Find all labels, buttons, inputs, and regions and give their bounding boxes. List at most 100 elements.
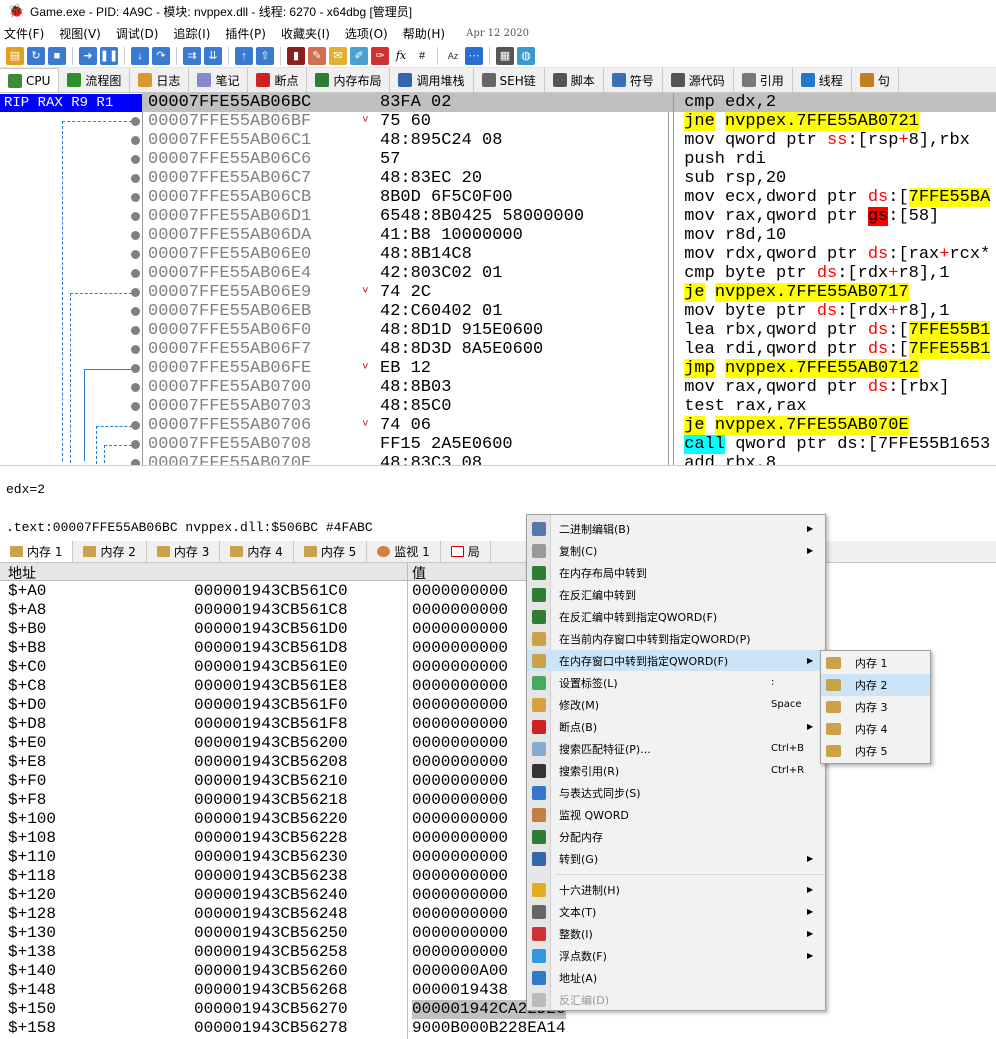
dump-row[interactable]: $+118 000001943CB56238 0000000000	[0, 867, 600, 886]
stop-icon[interactable]: ■	[48, 46, 66, 65]
context-item-3[interactable]: 在反汇编中转到	[527, 584, 825, 605]
restart-icon[interactable]: ↻	[27, 46, 45, 65]
context-item-11[interactable]: 搜索引用(R) Ctrl+R	[527, 760, 825, 781]
context-item-15[interactable]: 转到(G) ▶	[527, 848, 825, 869]
dump-row[interactable]: $+E0 000001943CB56200 0000000000	[0, 734, 600, 753]
comment-icon[interactable]: ✉	[329, 46, 347, 65]
analyze-icon[interactable]: ⋯	[465, 46, 483, 65]
context-item-18[interactable]: 整数(I) ▶	[527, 923, 825, 944]
dump-row[interactable]: $+128 000001943CB56248 0000000000	[0, 905, 600, 924]
context-item-20[interactable]: 地址(A)	[527, 967, 825, 988]
trace-over-icon[interactable]: ⇊	[204, 46, 222, 65]
step-into-icon[interactable]: ↓	[131, 46, 149, 65]
dump-row[interactable]: $+130 000001943CB56250 0000000000	[0, 924, 600, 943]
menu-item-1[interactable]: 视图(V)	[59, 25, 101, 42]
dump-row[interactable]: $+D0 000001943CB561F0 0000000000	[0, 696, 600, 715]
context-item-2[interactable]: 在内存布局中转到	[527, 562, 825, 583]
disasm-row[interactable]: 00007FFE55AB06F0 48:8D1D 915E0600 lea rbx…	[142, 321, 996, 340]
dump-row[interactable]: $+110 000001943CB56230 0000000000	[0, 848, 600, 867]
disasm-row[interactable]: 00007FFE55AB06E4 42:803C02 01 cmp byte pt…	[142, 264, 996, 283]
tab-3[interactable]: 笔记	[189, 68, 249, 92]
scylla-icon[interactable]: ▮	[287, 46, 305, 65]
tab-10[interactable]: 源代码	[663, 68, 734, 92]
context-item-8[interactable]: 修改(M) Space	[527, 694, 825, 715]
breakpoint-dot-icon[interactable]	[131, 364, 140, 373]
memory-tab-5[interactable]: 监视 1	[367, 541, 441, 562]
breakpoint-dot-icon[interactable]	[131, 155, 140, 164]
breakpoint-dot-icon[interactable]	[131, 402, 140, 411]
breakpoint-dot-icon[interactable]	[131, 136, 140, 145]
tab-1[interactable]: 流程图	[59, 68, 131, 92]
trace-into-icon[interactable]: ⇉	[183, 46, 201, 65]
dump-row[interactable]: $+100 000001943CB56220 0000000000	[0, 810, 600, 829]
memory-dump[interactable]: 地址 值 $+A0 000001943CB561C0 0000000000 $+A8 0…	[0, 563, 600, 1039]
context-item-13[interactable]: 监视 QWORD	[527, 804, 825, 825]
disasm-row[interactable]: 00007FFE55AB0700 48:8B03 mov rax,qword pt…	[142, 378, 996, 397]
tab-2[interactable]: 日志	[130, 68, 190, 92]
disasm-row[interactable]: 00007FFE55AB06D1 6548:8B0425 58000000 mov…	[142, 207, 996, 226]
context-item-10[interactable]: 搜索匹配特征(P)... Ctrl+B	[527, 738, 825, 759]
dump-row[interactable]: $+148 000001943CB56268 0000019438	[0, 981, 600, 1000]
menu-item-4[interactable]: 插件(P)	[225, 25, 266, 42]
context-item-7[interactable]: 设置标签(L):	[527, 672, 825, 693]
context-item-0[interactable]: 二进制编辑(B) ▶	[527, 518, 825, 539]
disasm-row[interactable]: 00007FFE55AB06CB 8B0D 6F5C0F00 mov ecx,dw…	[142, 188, 996, 207]
tab-5[interactable]: 内存布局	[307, 68, 391, 92]
disasm-row[interactable]: 00007FFE55AB070E 48:83C3 08 add rbx,8	[142, 454, 996, 465]
submenu-item-1[interactable]: 内存 2	[821, 674, 930, 696]
tab-4[interactable]: 断点	[248, 68, 308, 92]
breakpoint-dot-icon[interactable]	[131, 117, 140, 126]
disasm-row[interactable]: 00007FFE55AB0708 FF15 2A5E0600 call qword…	[142, 435, 996, 454]
label-icon[interactable]: ✐	[350, 46, 368, 65]
dump-row[interactable]: $+F0 000001943CB56210 0000000000	[0, 772, 600, 791]
context-item-1[interactable]: 复制(C) ▶	[527, 540, 825, 561]
dump-row[interactable]: $+B0 000001943CB561D0 0000000000	[0, 620, 600, 639]
menu-item-6[interactable]: 选项(O)	[345, 25, 388, 42]
memory-tab-0[interactable]: 内存 1	[0, 541, 74, 562]
breakpoint-dot-icon[interactable]	[131, 383, 140, 392]
submenu-item-4[interactable]: 内存 5	[821, 740, 930, 762]
memory-tab-3[interactable]: 内存 4	[220, 541, 294, 562]
tab-0[interactable]: CPU	[0, 68, 60, 92]
run-icon[interactable]: ➜	[79, 46, 97, 65]
bookmark-icon[interactable]: ✑	[371, 46, 389, 65]
menu-item-7[interactable]: 帮助(H)	[403, 25, 445, 42]
context-item-9[interactable]: 断点(B) ▶	[527, 716, 825, 737]
disasm-row[interactable]: 00007FFE55AB06C1 48:895C24 08 mov qword p…	[142, 131, 996, 150]
submenu-item-3[interactable]: 内存 4	[821, 718, 930, 740]
breakpoint-dot-icon[interactable]	[131, 288, 140, 297]
dump-row[interactable]: $+150 000001943CB56270 000001942CA22D20	[0, 1000, 600, 1019]
memory-tab-2[interactable]: 内存 3	[147, 541, 221, 562]
context-item-4[interactable]: 在反汇编中转到指定QWORD(F)	[527, 606, 825, 627]
context-item-17[interactable]: 文本(T) ▶	[527, 901, 825, 922]
breakpoint-dot-icon[interactable]	[131, 250, 140, 259]
dump-row[interactable]: $+140 000001943CB56260 0000000A00	[0, 962, 600, 981]
calculator-icon[interactable]: ▦	[496, 46, 514, 65]
dump-row[interactable]: $+E8 000001943CB56208 0000000000	[0, 753, 600, 772]
disasm-row[interactable]: 00007FFE55AB06F7 48:8D3D 8A5E0600 lea rdi…	[142, 340, 996, 359]
step-over-icon[interactable]: ↷	[152, 46, 170, 65]
dump-row[interactable]: $+120 000001943CB56240 0000000000	[0, 886, 600, 905]
memory-tab-4[interactable]: 内存 5	[294, 541, 368, 562]
context-item-19[interactable]: 浮点数(F) ▶	[527, 945, 825, 966]
disasm-row[interactable]: 00007FFE55AB06EB 42:C60402 01 mov byte pt…	[142, 302, 996, 321]
breakpoint-dot-icon[interactable]	[131, 345, 140, 354]
patch-icon[interactable]: ✎	[308, 46, 326, 65]
dump-row[interactable]: $+B8 000001943CB561D8 0000000000	[0, 639, 600, 658]
tab-9[interactable]: 符号	[604, 68, 663, 92]
context-item-16[interactable]: 十六进制(H) ▶	[527, 879, 825, 900]
dump-row[interactable]: $+158 000001943CB56278 9000B000B228EA14	[0, 1019, 600, 1038]
disasm-row[interactable]: 00007FFE55AB0703 48:85C0 test rax,rax	[142, 397, 996, 416]
context-item-14[interactable]: 分配内存	[527, 826, 825, 847]
execute-till-return-icon[interactable]: ↑	[235, 46, 253, 65]
submenu-item-0[interactable]: 内存 1	[821, 652, 930, 674]
submenu-item-2[interactable]: 内存 3	[821, 696, 930, 718]
dump-row[interactable]: $+C0 000001943CB561E0 0000000000	[0, 658, 600, 677]
pause-icon[interactable]: ❚❚	[100, 46, 118, 65]
breakpoint-dot-icon[interactable]	[131, 421, 140, 430]
context-item-5[interactable]: 在当前内存窗口中转到指定QWORD(P)	[527, 628, 825, 649]
breakpoint-dot-icon[interactable]	[131, 212, 140, 221]
breakpoint-dot-icon[interactable]	[131, 231, 140, 240]
dump-row[interactable]: $+138 000001943CB56258 0000000000	[0, 943, 600, 962]
dump-row[interactable]: $+F8 000001943CB56218 0000000000	[0, 791, 600, 810]
